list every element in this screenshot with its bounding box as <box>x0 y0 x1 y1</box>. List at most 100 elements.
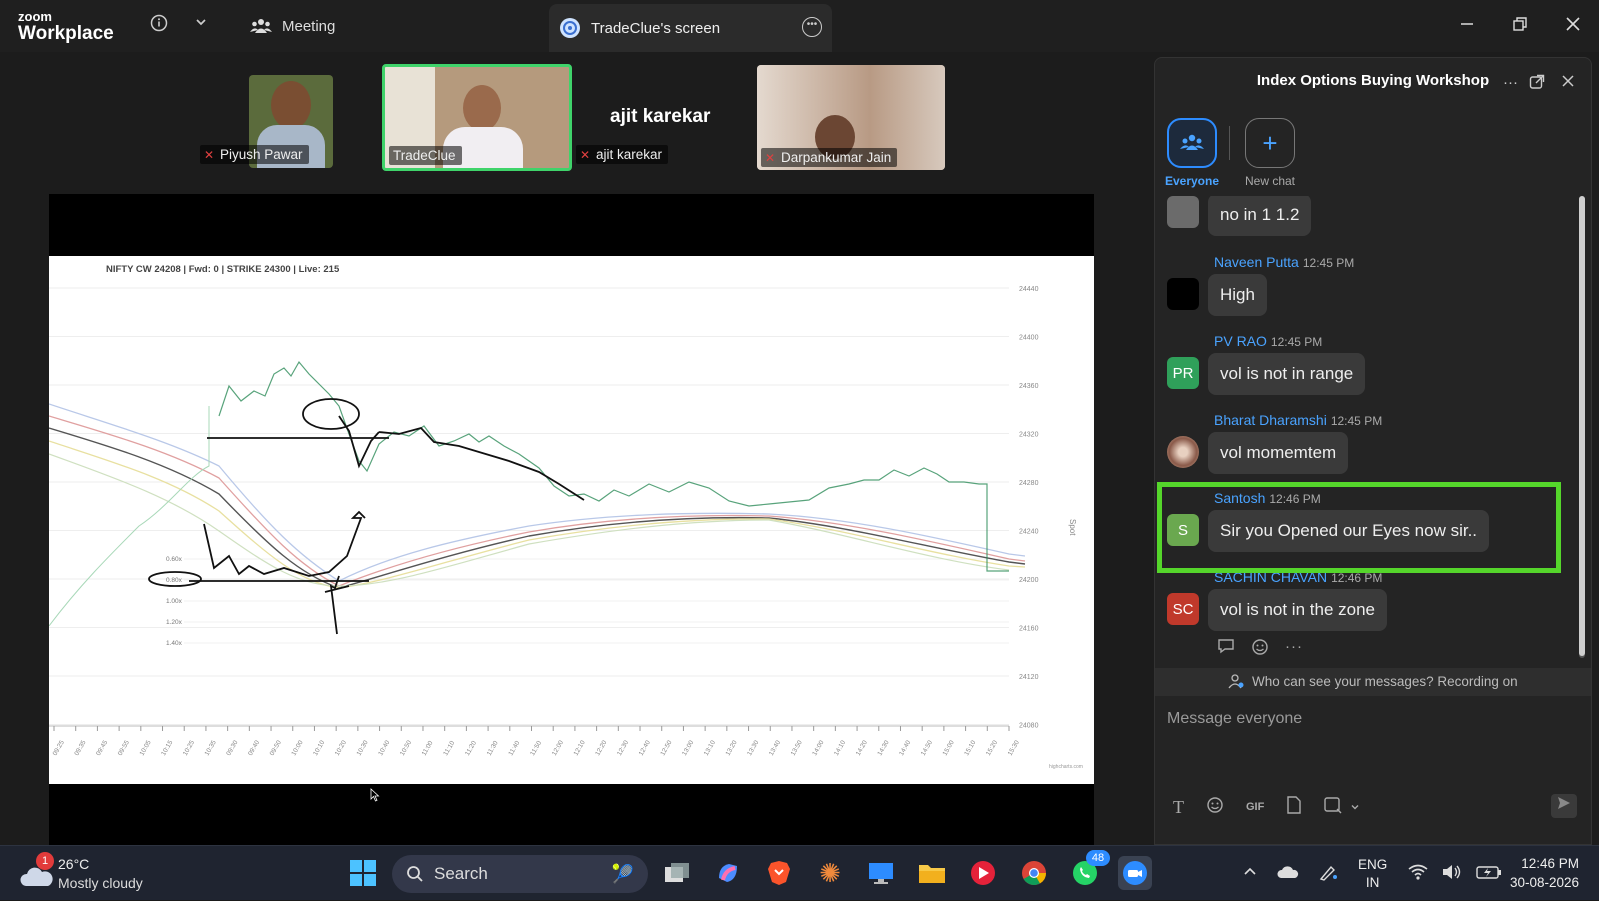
participant-face <box>271 81 311 129</box>
restore-icon[interactable] <box>1508 14 1532 38</box>
gif-icon[interactable]: GIF <box>1246 801 1264 813</box>
privacy-notice[interactable]: Who can see your messages? Recording on <box>1155 668 1591 696</box>
language-indicator[interactable]: ENG IN <box>1358 856 1387 892</box>
more-actions-icon[interactable]: ··· <box>1285 638 1303 660</box>
level-label: 1.00x <box>166 598 183 605</box>
x-tick-label: 12:10 <box>573 739 587 757</box>
zoom-logo: zoom Workplace <box>18 10 114 43</box>
screen-share-tab[interactable]: TradeClue's screen ••• <box>549 4 832 52</box>
emoji-icon[interactable] <box>1206 796 1224 818</box>
file-icon[interactable] <box>1286 796 1302 818</box>
level-label: 1.20x <box>166 619 183 626</box>
sender-line: PV RAO 12:45 PM <box>1214 333 1322 349</box>
more-options-icon[interactable]: ••• <box>802 17 822 37</box>
zoom-window: zoom Workplace Meeting TradeClue's scree… <box>0 0 1599 845</box>
x-tick-label: 10:10 <box>312 739 326 757</box>
lang-top: ENG <box>1358 857 1388 872</box>
onedrive-icon[interactable] <box>1277 865 1299 883</box>
level-label: 1.40x <box>166 640 183 647</box>
screenshot-icon[interactable] <box>1324 796 1344 818</box>
shared-chart: NIFTY CW 24208 | Fwd: 0 | STRIKE 24300 |… <box>48 256 1094 784</box>
ma-line-blue <box>48 403 1026 582</box>
x-tick-label: 09:25 <box>52 739 66 757</box>
x-tick-label: 10:20 <box>334 739 348 757</box>
x-tick-label: 14:40 <box>898 739 912 757</box>
windows-taskbar: 1 26°C Mostly cloudy Search 🎾 ✺ 48 ENG I… <box>0 845 1599 900</box>
x-tick-label: 11:30 <box>486 739 500 757</box>
brave-browser-icon[interactable] <box>762 856 796 890</box>
y-tick-label: 24200 <box>1019 577 1039 584</box>
x-tick-label: 12:00 <box>551 739 565 757</box>
sender-name[interactable]: Bharat Dharamshi <box>1214 412 1327 428</box>
send-icon[interactable] <box>1551 794 1577 818</box>
remote-desktop-icon[interactable] <box>864 856 898 890</box>
sender-avatar <box>1167 278 1199 310</box>
ma-line-green <box>48 453 1010 587</box>
windows-start-icon[interactable] <box>346 856 380 890</box>
x-tick-label: 10:05 <box>138 739 152 757</box>
tab-new-chat[interactable]: + New chat <box>1240 118 1300 188</box>
taskbar-search[interactable]: Search 🎾 <box>392 855 648 893</box>
tab-everyone[interactable]: Everyone <box>1162 118 1222 188</box>
system-clock[interactable]: 12:46 PM 30-08-2026 <box>1510 854 1579 892</box>
sender-name[interactable]: Naveen Putta <box>1214 254 1299 270</box>
x-axis-ticks: 09:25 09:35 09:45 09:55 10:05 10:15 10:25 10:35… <box>49 725 1021 757</box>
info-icon[interactable] <box>148 14 170 36</box>
zoom-icon[interactable] <box>1118 856 1152 890</box>
whatsapp-icon[interactable]: 48 <box>1068 850 1110 890</box>
x-tick-label: 09:35 <box>73 739 87 757</box>
level-label: 0.60x <box>166 556 183 563</box>
y-tick-label: 24080 <box>1019 723 1039 730</box>
message-input[interactable]: Message everyone <box>1167 710 1302 728</box>
more-options-icon[interactable]: ··· <box>1503 74 1518 91</box>
task-view-icon[interactable] <box>660 856 694 890</box>
pen-input-icon[interactable] <box>1319 863 1339 885</box>
reply-icon[interactable] <box>1217 638 1235 660</box>
sender-avatar <box>1167 196 1199 228</box>
price-line <box>218 360 1009 572</box>
mic-muted-icon: ✕ <box>204 147 215 162</box>
sender-name[interactable]: PV RAO <box>1214 333 1267 349</box>
level-label: 0.80x <box>166 577 183 584</box>
search-label: Search <box>434 864 488 883</box>
scrollbar-thumb[interactable] <box>1579 196 1585 656</box>
x-tick-label: 11:40 <box>507 739 521 757</box>
x-tick-label: 11:50 <box>529 739 543 757</box>
message-time: 12:45 PM <box>1302 256 1355 270</box>
video-tile-darpankumar[interactable]: ✕ Darpankumar Jain <box>757 65 945 170</box>
video-tile-tradeclue-active-speaker[interactable]: TradeClue <box>382 64 572 171</box>
message-actions: ··· <box>1217 638 1303 660</box>
quick-settings[interactable] <box>1408 846 1502 901</box>
x-tick-label: 13:50 <box>790 739 804 757</box>
message-bubble: vol is not in the zone <box>1208 589 1387 631</box>
minimize-icon[interactable] <box>1455 14 1479 38</box>
file-explorer-icon[interactable] <box>915 856 949 890</box>
chevron-down-icon[interactable] <box>1350 799 1360 816</box>
participant-face <box>463 85 501 131</box>
sender-avatar: SC <box>1167 593 1199 625</box>
participant-name: Darpankumar Jain <box>781 150 892 165</box>
x-tick-label: 09:55 <box>117 739 131 757</box>
y-axis-ticks: 24440 24400 24360 24320 24280 24240 24200 24160… <box>1019 286 1039 730</box>
brand-small: zoom <box>18 9 52 24</box>
screen-tab-label: TradeClue's screen <box>591 19 721 37</box>
claude-icon[interactable]: ✺ <box>813 856 847 890</box>
app-icon-red[interactable] <box>966 856 1000 890</box>
name-tag-ajit: ✕ ajit karekar <box>576 145 669 164</box>
pop-out-icon[interactable] <box>1529 74 1545 94</box>
chrome-icon[interactable] <box>1017 856 1051 890</box>
title-bar: zoom Workplace Meeting TradeClue's scree… <box>0 0 1599 52</box>
text-format-icon[interactable]: T <box>1173 797 1184 818</box>
add-reaction-icon[interactable] <box>1251 638 1269 660</box>
chevron-down-icon[interactable] <box>190 14 212 36</box>
message-time: 12:46 PM <box>1331 571 1383 585</box>
meeting-tab[interactable]: Meeting <box>250 13 335 39</box>
close-chat-icon[interactable] <box>1561 74 1575 92</box>
chevron-up-icon[interactable] <box>1243 865 1257 883</box>
tab-new-chat-label: New chat <box>1244 174 1296 188</box>
x-tick-label: 14:00 <box>811 739 825 757</box>
chat-scrollbar[interactable] <box>1579 196 1585 658</box>
mic-muted-icon: ✕ <box>765 150 776 165</box>
close-icon[interactable] <box>1561 14 1585 38</box>
copilot-icon[interactable] <box>711 856 745 890</box>
